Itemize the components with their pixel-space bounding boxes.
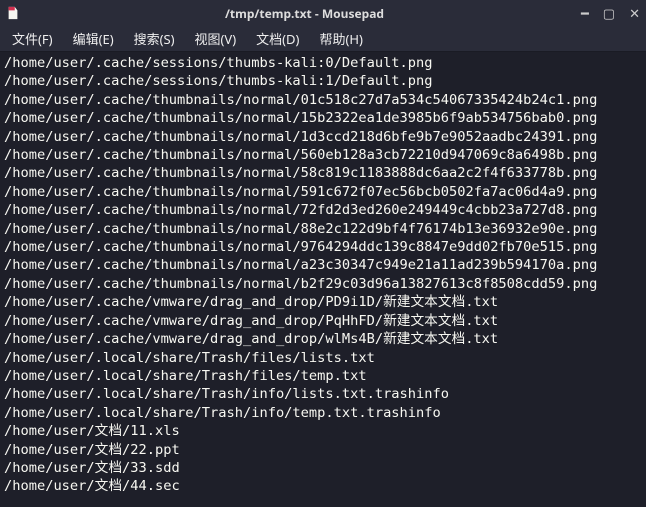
text-line[interactable]: /home/user/.cache/thumbnails/normal/1d3c… <box>4 128 642 146</box>
text-line[interactable]: /home/user/.cache/thumbnails/normal/591c… <box>4 183 642 201</box>
text-line[interactable]: /home/user/.cache/vmware/drag_and_drop/w… <box>4 330 642 348</box>
maximize-button[interactable]: ▢ <box>603 4 615 22</box>
menu-view[interactable]: 视图(V) <box>191 27 241 50</box>
text-line[interactable]: /home/user/文档/33.sdd <box>4 459 642 477</box>
text-line[interactable]: /home/user/.cache/sessions/thumbs-kali:0… <box>4 54 642 72</box>
titlebar: /tmp/temp.txt - Mousepad ━ ▢ ✕ <box>0 0 646 26</box>
menu-edit[interactable]: 编辑(E) <box>69 27 118 50</box>
window-title: /tmp/temp.txt - Mousepad <box>28 5 581 22</box>
minimize-button[interactable]: ━ <box>581 4 589 22</box>
text-line[interactable]: /home/user/文档/11.xls <box>4 422 642 440</box>
window-controls: ━ ▢ ✕ <box>581 4 640 22</box>
menubar: 文件(F) 编辑(E) 搜索(S) 视图(V) 文档(D) 帮助(H) <box>0 26 646 52</box>
text-line[interactable]: /home/user/文档/44.sec <box>4 477 642 495</box>
text-line[interactable]: /home/user/文档/22.ppt <box>4 441 642 459</box>
text-line[interactable]: /home/user/.local/share/Trash/files/list… <box>4 349 642 367</box>
text-editor-content[interactable]: /home/user/.cache/sessions/thumbs-kali:0… <box>0 52 646 507</box>
menu-help[interactable]: 帮助(H) <box>315 27 366 50</box>
menu-doc[interactable]: 文档(D) <box>252 27 303 50</box>
text-line[interactable]: /home/user/.cache/thumbnails/normal/01c5… <box>4 91 642 109</box>
mousepad-app-icon <box>6 6 20 20</box>
close-button[interactable]: ✕ <box>629 4 640 22</box>
menu-search[interactable]: 搜索(S) <box>130 27 179 50</box>
text-line[interactable]: /home/user/.cache/sessions/thumbs-kali:1… <box>4 72 642 90</box>
text-line[interactable]: /home/user/.cache/thumbnails/normal/72fd… <box>4 201 642 219</box>
text-line[interactable]: /home/user/.cache/thumbnails/normal/a23c… <box>4 256 642 274</box>
menu-file[interactable]: 文件(F) <box>8 27 57 50</box>
text-line[interactable]: /home/user/.cache/thumbnails/normal/9764… <box>4 238 642 256</box>
text-line[interactable]: /home/user/.local/share/Trash/info/lists… <box>4 385 642 403</box>
text-line[interactable]: /home/user/.local/share/Trash/files/temp… <box>4 367 642 385</box>
text-line[interactable]: /home/user/.cache/thumbnails/normal/58c8… <box>4 164 642 182</box>
text-line[interactable]: /home/user/.cache/thumbnails/normal/15b2… <box>4 109 642 127</box>
text-line[interactable]: /home/user/.local/share/Trash/info/temp.… <box>4 404 642 422</box>
text-line[interactable]: /home/user/.cache/vmware/drag_and_drop/P… <box>4 312 642 330</box>
text-line[interactable]: /home/user/.cache/thumbnails/normal/88e2… <box>4 220 642 238</box>
text-line[interactable]: /home/user/.cache/thumbnails/normal/560e… <box>4 146 642 164</box>
text-line[interactable]: /home/user/.cache/vmware/drag_and_drop/P… <box>4 293 642 311</box>
text-line[interactable]: /home/user/.cache/thumbnails/normal/b2f2… <box>4 275 642 293</box>
